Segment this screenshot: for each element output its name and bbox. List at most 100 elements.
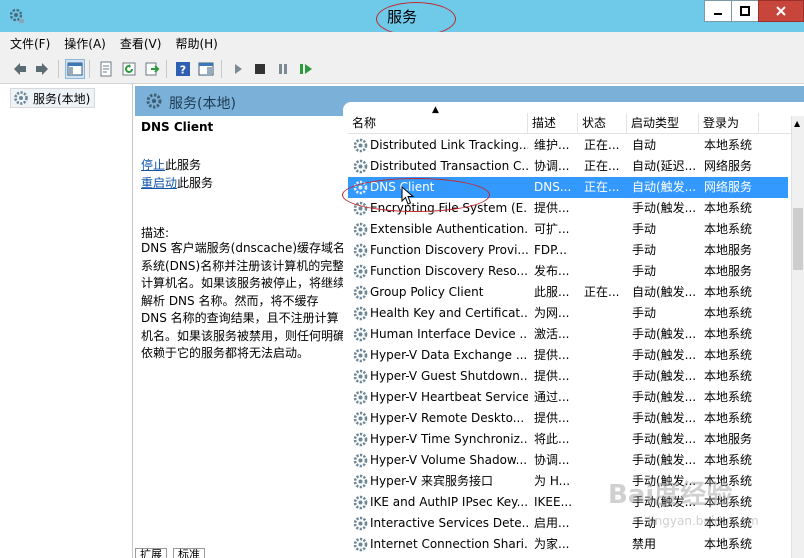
table-row[interactable]: Function Discovery Provi... FDP... 手动 本地服务 (348, 240, 788, 261)
table-row[interactable]: Health Key and Certificat... 为网... 手动 本地系统 (348, 303, 788, 324)
service-description: 提供... (534, 411, 570, 425)
window-controls (704, 0, 804, 22)
refresh-button[interactable] (119, 59, 139, 79)
table-row[interactable]: Distributed Transaction C... 协调... 正在... 自动… (348, 156, 788, 177)
service-name: Human Interface Device ... (370, 327, 528, 341)
table-row[interactable]: Hyper-V Guest Shutdown... 提供... 手动(触发... 本地… (348, 366, 788, 387)
pause-icon (279, 64, 287, 74)
column-header-description[interactable]: 描述 (528, 113, 578, 134)
service-log-on-as: 本地系统 (704, 390, 753, 404)
tree-item-services-local[interactable]: 服务(本地) (10, 88, 96, 108)
action-pane-button[interactable] (196, 59, 216, 79)
service-log-on-as: 本地服务 (704, 432, 753, 446)
service-startup-type: 自动(触发... (632, 180, 697, 194)
service-log-on-as: 本地系统 (704, 411, 753, 425)
table-row[interactable]: Hyper-V Time Synchroniz... 将此... 手动(触发... 本… (348, 429, 788, 450)
service-startup-type: 手动(触发... (632, 432, 697, 446)
properties-button[interactable] (96, 59, 116, 79)
forward-icon (36, 63, 48, 75)
column-header-status[interactable]: 状态 (578, 113, 627, 134)
console-tree-button[interactable] (65, 59, 85, 79)
service-log-on-as: 网络服务 (704, 159, 753, 173)
gear-icon (353, 390, 368, 405)
service-name: Encrypting File System (E... (370, 201, 528, 215)
gear-icon (353, 348, 368, 363)
stop-service-button[interactable] (250, 59, 270, 79)
description-text: DNS 客户端服务(dnscache)缓存域名系统(DNS)名称并注册该计算机的… (141, 241, 346, 360)
table-row[interactable]: Function Discovery Reso... 发布... 手动 本地服务 (348, 261, 788, 282)
service-name: Hyper-V Guest Shutdown... (370, 369, 528, 383)
gear-icon (353, 474, 368, 489)
maximize-button[interactable] (731, 0, 759, 22)
service-log-on-as: 本地系统 (704, 306, 753, 320)
help-icon: ? (176, 62, 190, 77)
table-row[interactable]: Extensible Authentication... 可扩... 手动 本地系统 (348, 219, 788, 240)
gear-icon (353, 411, 368, 426)
export-button[interactable] (142, 59, 162, 79)
service-name: Interactive Services Dete... (370, 516, 528, 530)
table-row[interactable]: Hyper-V Data Exchange ... 提供... 手动(触发... 本地… (348, 345, 788, 366)
service-description: IKEE... (534, 495, 573, 509)
service-name-cell: Hyper-V 来宾服务接口 (352, 471, 528, 492)
menu-file[interactable]: 文件(F) (10, 35, 50, 52)
table-row[interactable]: Group Policy Client 此服... 正在... 自动(触发... 本地系… (348, 282, 788, 303)
toolbar-separator (166, 60, 167, 78)
close-button[interactable] (758, 0, 804, 22)
gear-icon (353, 159, 368, 174)
minimize-button[interactable] (704, 0, 732, 22)
service-name: Internet Connection Shari... (370, 537, 528, 551)
service-detail-panel: DNS Client 停止此服务 重启动此服务 描述: DNS 客户端服务(dn… (135, 116, 345, 558)
service-name: IKE and AuthIP IPsec Key... (370, 495, 528, 509)
table-row[interactable]: Distributed Link Tracking... 维护... 正在... 自动… (348, 135, 788, 156)
service-name-cell: Function Discovery Reso... (352, 261, 528, 282)
table-row[interactable]: Hyper-V Heartbeat Service 通过... 手动(触发... 本地… (348, 387, 788, 408)
menu-view[interactable]: 查看(V) (120, 35, 162, 52)
service-description: 发布... (534, 264, 570, 278)
service-log-on-as: 网络服务 (704, 180, 753, 194)
service-name-cell: Extensible Authentication... (352, 219, 528, 240)
service-description: 维护... (534, 138, 570, 152)
service-log-on-as: 本地系统 (704, 453, 753, 467)
console-tree: 服务(本地) (0, 84, 133, 558)
restart-service-button[interactable] (296, 59, 316, 79)
service-log-on-as: 本地系统 (704, 201, 753, 215)
toolbar-separator (221, 60, 222, 78)
watermark-brand: Bai度经验 (608, 480, 733, 510)
service-name: Hyper-V 来宾服务接口 (370, 474, 493, 488)
scroll-up-icon[interactable]: ▲ (794, 119, 800, 128)
tab-standard[interactable]: 标准 (173, 548, 205, 558)
stop-service-link[interactable]: 停止 (141, 158, 165, 172)
service-log-on-as: 本地系统 (704, 369, 753, 383)
service-status: 正在... (584, 138, 620, 152)
restart-service-link[interactable]: 重启动 (141, 176, 177, 190)
help-button[interactable]: ? (173, 59, 193, 79)
column-header-log-on-as[interactable]: 登录为 (699, 113, 759, 134)
service-status: 正在... (584, 180, 620, 194)
gear-icon (353, 537, 368, 552)
start-service-button[interactable] (228, 59, 248, 79)
play-icon (235, 64, 242, 74)
table-row[interactable]: Hyper-V Remote Deskto... 提供... 手动(触发... 本地系… (348, 408, 788, 429)
service-description: 提供... (534, 201, 570, 215)
service-status (584, 408, 628, 429)
service-description: 通过... (534, 390, 570, 404)
table-row[interactable]: Hyper-V Volume Shadow... 协调... 手动(触发... 本地系… (348, 450, 788, 471)
service-name: Health Key and Certificat... (370, 306, 528, 320)
service-startup-type: 手动(触发... (632, 201, 697, 215)
column-header-startup-type[interactable]: 启动类型 (627, 113, 699, 134)
service-description: FDP... (534, 243, 567, 257)
tab-extended[interactable]: 扩展 (135, 548, 167, 558)
menu-action[interactable]: 操作(A) (64, 35, 106, 52)
service-status (584, 198, 628, 219)
scrollbar-thumb[interactable] (793, 208, 803, 270)
pause-service-button[interactable] (273, 59, 293, 79)
service-name: Hyper-V Time Synchroniz... (370, 432, 528, 446)
tree-item-label: 服务(本地) (33, 91, 91, 106)
service-description: 协调... (534, 453, 570, 467)
table-row[interactable]: Human Interface Device ... 激活... 手动(触发... 本… (348, 324, 788, 345)
menu-help[interactable]: 帮助(H) (175, 35, 217, 52)
back-button[interactable] (10, 59, 30, 79)
column-header-name[interactable]: 名称 (348, 113, 528, 134)
service-name: Function Discovery Reso... (370, 264, 528, 278)
forward-button[interactable] (32, 59, 52, 79)
